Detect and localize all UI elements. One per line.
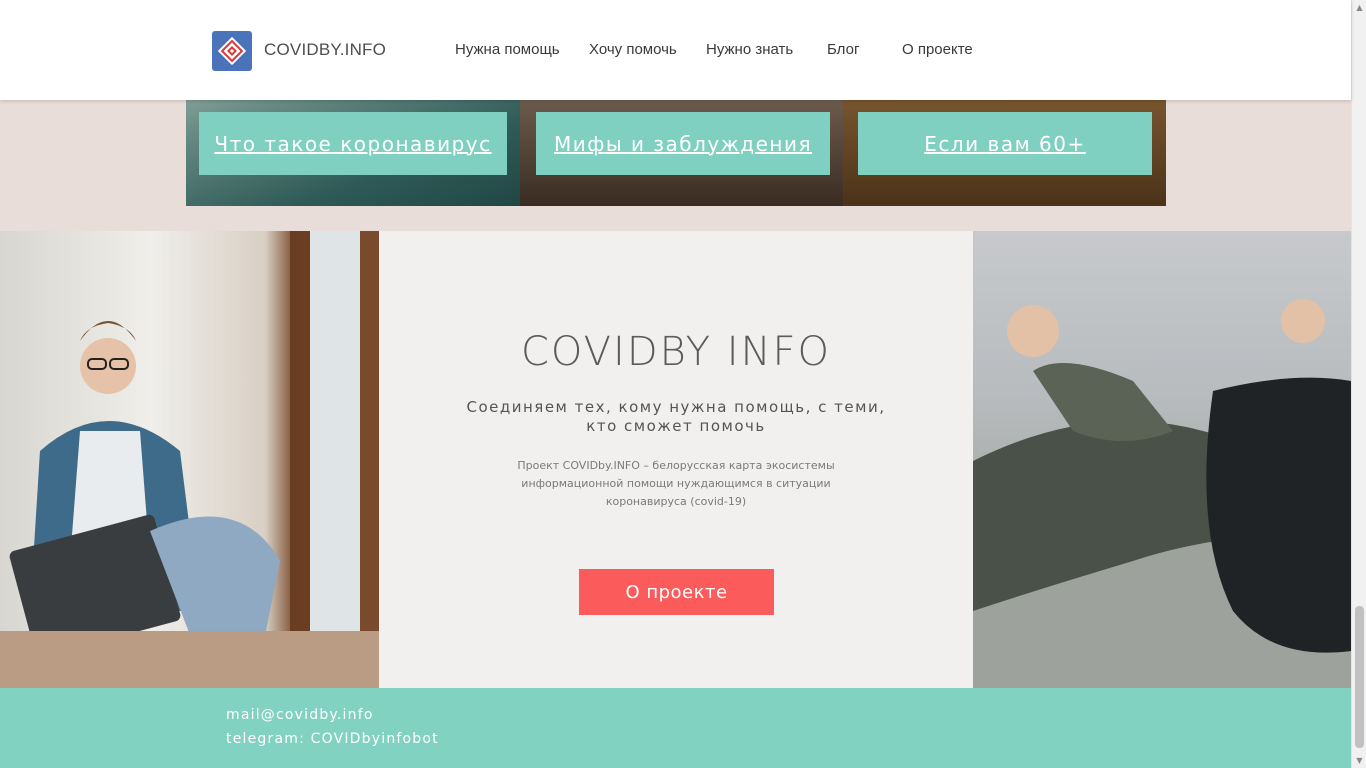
nav-item-blog[interactable]: Блог [827, 41, 859, 58]
site-footer: mail@covidby.info telegram: COVIDbyinfob… [0, 688, 1351, 768]
hero-photo-woman-with-phone [0, 231, 379, 688]
card-button-what-is-coronavirus[interactable]: Что такое коронавирус [199, 112, 507, 175]
footer-email-link[interactable]: mail@covidby.info [226, 707, 374, 723]
brand-name[interactable]: COVIDBY.INFO [264, 40, 386, 60]
scroll-down-arrow-icon[interactable]: ▼ [1352, 753, 1366, 768]
page-scrollbar[interactable]: ▲ ▼ [1351, 0, 1366, 768]
nav-item-about[interactable]: О проекте [902, 41, 973, 58]
nav-item-want-to-help[interactable]: Хочу помочь [589, 41, 677, 58]
nav-item-need-to-know[interactable]: Нужно знать [706, 41, 793, 58]
scroll-up-arrow-icon[interactable]: ▲ [1352, 0, 1366, 15]
ornament-logo-icon[interactable] [212, 31, 252, 71]
card-button-if-60-plus[interactable]: Если вам 60+ [858, 112, 1152, 175]
footer-telegram-link[interactable]: telegram: COVIDbyinfobot [226, 731, 439, 747]
hero-content-panel: COVIDBY INFO Соединяем тех, кому нужна п… [379, 231, 973, 688]
about-project-button[interactable]: О проекте [579, 569, 774, 615]
nav-item-need-help[interactable]: Нужна помощь [455, 41, 560, 58]
hero-subtitle: Соединяем тех, кому нужна помощь, с теми… [466, 398, 886, 435]
site-header: COVIDBY.INFO Нужна помощь Хочу помочь Ну… [0, 0, 1351, 100]
card-button-myths[interactable]: Мифы и заблуждения [536, 112, 830, 175]
hero-photo-elbow-bump [973, 231, 1351, 688]
scrollbar-thumb[interactable] [1355, 606, 1364, 748]
hero-title: COVIDBY INFO [520, 329, 832, 375]
hero-description: Проект COVIDby.INFO – белорусская карта … [517, 459, 835, 508]
